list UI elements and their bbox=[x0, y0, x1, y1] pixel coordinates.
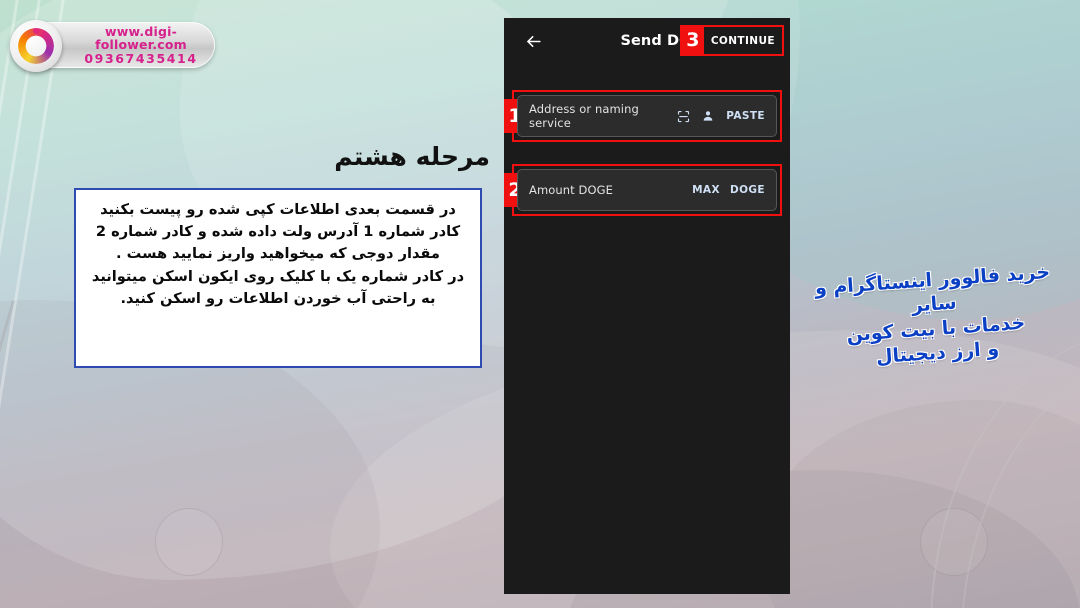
background-circle-right bbox=[920, 508, 988, 576]
continue-annotation: 3 CONTINUE bbox=[679, 25, 784, 56]
background-streak-6 bbox=[0, 300, 15, 608]
step-heading: مرحله هشتم bbox=[334, 142, 490, 171]
contact-person-icon[interactable] bbox=[699, 108, 716, 125]
paste-button[interactable]: PASTE bbox=[726, 110, 765, 122]
watermark-phone: 09367435414 bbox=[84, 50, 198, 66]
currency-selector[interactable]: DOGE bbox=[730, 184, 765, 196]
amount-input[interactable]: Amount DOGE bbox=[529, 183, 682, 197]
amount-input-row[interactable]: Amount DOGE MAX DOGE bbox=[517, 169, 777, 211]
background-arc-right-2 bbox=[960, 350, 1080, 608]
continue-button[interactable]: CONTINUE bbox=[703, 27, 782, 54]
phone-screen: Send DOGE 3 CONTINUE 1 Address or naming… bbox=[504, 18, 790, 594]
background-streak-3 bbox=[0, 0, 47, 608]
instruction-line-4: در کادر شماره یک با کلیک روی ایکون اسکن … bbox=[91, 267, 465, 285]
app-bar: Send DOGE 3 CONTINUE bbox=[504, 18, 790, 64]
instruction-line-2: کادر شماره 1 آدرس ولت داده شده و کادر شم… bbox=[95, 223, 461, 241]
max-button[interactable]: MAX bbox=[692, 184, 720, 196]
logo-swirl-icon: D bbox=[18, 27, 54, 64]
background-streak-2 bbox=[0, 0, 25, 608]
watermark-url: www.digi-follower.com bbox=[95, 24, 187, 53]
instruction-box: در قسمت بعدی اطلاعات کپی شده رو پیست بکن… bbox=[74, 188, 482, 368]
address-field-annotation: 1 Address or naming service PASTE bbox=[504, 90, 790, 142]
logo-letter: D bbox=[28, 36, 44, 56]
annotation-badge-3: 3 bbox=[681, 27, 704, 54]
arrow-left-icon[interactable] bbox=[518, 26, 548, 56]
address-input-row[interactable]: Address or naming service PASTE bbox=[517, 95, 777, 137]
amount-field-annotation: 2 Amount DOGE MAX DOGE bbox=[504, 164, 790, 216]
background-blob-g bbox=[760, 400, 1080, 608]
instruction-line-1: در قسمت بعدی اطلاعات کپی شده رو پیست بکن… bbox=[100, 201, 456, 218]
background-streak-1 bbox=[0, 0, 5, 608]
address-input[interactable]: Address or naming service bbox=[529, 102, 668, 130]
instruction-line-3: مقدار دوجی که میخواهید واریز نمایید هست … bbox=[116, 245, 440, 263]
background-streak-4 bbox=[0, 0, 71, 608]
background-circle-left bbox=[155, 508, 223, 576]
instruction-line-5: به راحتی آب خوردن اطلاعات رو اسکن کنید. bbox=[120, 289, 436, 307]
background-arc-right-1 bbox=[930, 330, 1080, 608]
brand-logo-icon: D bbox=[10, 20, 62, 72]
slide-canvas: www.digi-follower.com 09367435414 D مرحل… bbox=[0, 0, 1080, 608]
watermark-text: www.digi-follower.com 09367435414 bbox=[72, 24, 210, 66]
qr-scan-icon[interactable] bbox=[675, 108, 692, 125]
promo-text: خرید فالوور اینستاگرام و سایر خدمات با ب… bbox=[792, 258, 1078, 375]
